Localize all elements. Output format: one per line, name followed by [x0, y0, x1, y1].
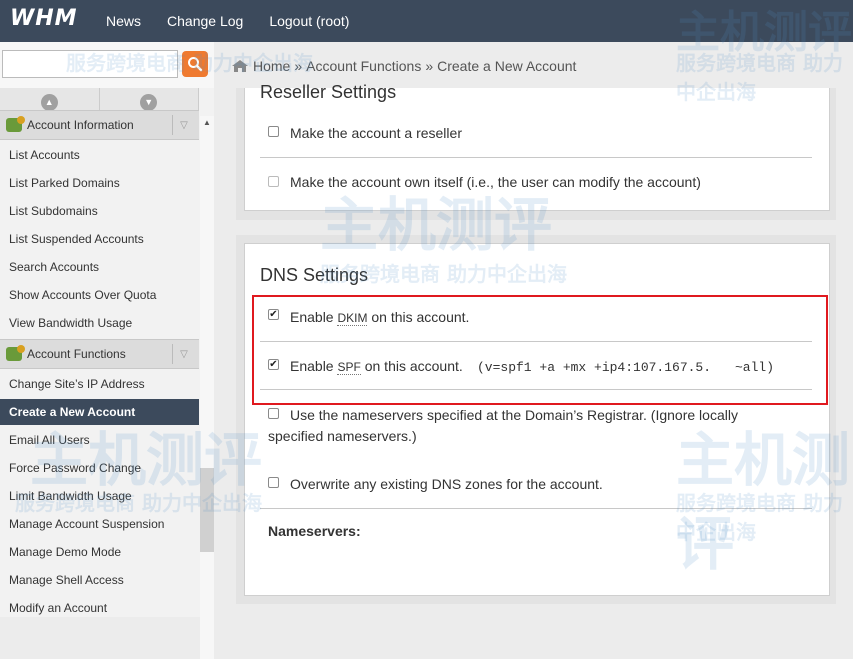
overwrite-label[interactable]: Overwrite any existing DNS zones for the…	[290, 476, 603, 492]
sidebar-item-suspension[interactable]: Manage Account Suspension	[9, 517, 164, 531]
breadcrumb: Home » Account Functions » Create a New …	[231, 58, 576, 74]
arrow-down-icon: ▼	[140, 93, 158, 111]
registrar-ns-label-cont[interactable]: specified nameservers.)	[268, 428, 417, 444]
sidebar-item-modify-account[interactable]: Modify an Account	[9, 601, 107, 615]
reseller-checkbox[interactable]	[268, 126, 279, 137]
sidebar-item-shell-access[interactable]: Manage Shell Access	[9, 573, 124, 587]
breadcrumb-separator: »	[425, 58, 434, 74]
chevron-down-icon[interactable]: ▽	[172, 344, 195, 364]
sidebar-item-create-account[interactable]: Create a New Account	[0, 399, 199, 425]
registrar-ns-label[interactable]: Use the nameservers specified at the Dom…	[290, 407, 738, 423]
sidebar-item-demo-mode[interactable]: Manage Demo Mode	[9, 545, 121, 559]
nav-news[interactable]: News	[106, 13, 141, 29]
sidebar-item-change-ip[interactable]: Change Site’s IP Address	[9, 377, 145, 391]
group-label: Account Information	[27, 118, 134, 132]
sidebar-item-list-accounts[interactable]: List Accounts	[9, 148, 80, 162]
breadcrumb-account-functions[interactable]: Account Functions	[306, 58, 421, 74]
own-itself-label[interactable]: Make the account own itself (i.e., the u…	[290, 174, 701, 190]
own-itself-checkbox[interactable]	[268, 176, 279, 187]
group-label: Account Functions	[27, 347, 126, 361]
nameservers-label: Nameservers:	[268, 523, 361, 539]
dns-title: DNS Settings	[260, 265, 369, 285]
breadcrumb-current: Create a New Account	[437, 58, 577, 74]
overwrite-checkbox[interactable]	[268, 477, 279, 488]
divider	[260, 508, 812, 509]
reseller-title: Reseller Settings	[260, 82, 397, 102]
search-input[interactable]	[2, 50, 178, 78]
registrar-ns-checkbox[interactable]	[268, 408, 279, 419]
sidebar-item-limit-bandwidth[interactable]: Limit Bandwidth Usage	[9, 489, 132, 503]
sidebar-search	[0, 42, 214, 88]
sidebar-item-over-quota[interactable]: Show Accounts Over Quota	[9, 288, 156, 302]
top-nav: News Change Log Logout (root)	[106, 0, 375, 42]
sidebar: ▲ ▼ Account Information ▽ List Accounts …	[0, 42, 214, 659]
whm-logo[interactable]: WHM	[10, 6, 78, 31]
nav-change-log[interactable]: Change Log	[167, 13, 243, 29]
sidebar-item-bandwidth-usage[interactable]: View Bandwidth Usage	[9, 316, 132, 330]
scroll-up-icon[interactable]: ▲	[203, 118, 211, 127]
sidebar-item-list-parked-domains[interactable]: List Parked Domains	[9, 176, 120, 190]
home-icon	[232, 60, 248, 72]
sidebar-scrollbar[interactable]	[200, 116, 214, 659]
sidebar-item-force-password[interactable]: Force Password Change	[9, 461, 141, 475]
divider	[260, 157, 812, 158]
group-account-information[interactable]: Account Information ▽	[0, 110, 199, 140]
breadcrumb-home[interactable]: Home	[253, 58, 290, 74]
nav-logout[interactable]: Logout (root)	[269, 13, 349, 29]
sidebar-item-list-suspended[interactable]: List Suspended Accounts	[9, 232, 144, 246]
sidebar-item-list-subdomains[interactable]: List Subdomains	[9, 204, 98, 218]
users-icon	[6, 345, 25, 361]
search-button[interactable]	[182, 51, 208, 77]
breadcrumb-separator: »	[294, 58, 303, 74]
scrollbar-thumb[interactable]	[200, 468, 214, 552]
sidebar-item-email-all[interactable]: Email All Users	[9, 433, 90, 447]
arrow-up-icon: ▲	[40, 93, 58, 111]
reseller-label[interactable]: Make the account a reseller	[290, 125, 462, 141]
group-account-functions[interactable]: Account Functions ▽	[0, 339, 199, 369]
highlight-box	[252, 295, 828, 405]
reseller-panel: Reseller Settings Make the account a res…	[244, 82, 830, 211]
top-bar: WHM News Change Log Logout (root)	[0, 0, 853, 42]
users-icon	[6, 116, 25, 132]
search-icon	[188, 57, 203, 72]
sidebar-item-search-accounts[interactable]: Search Accounts	[9, 260, 99, 274]
chevron-down-icon[interactable]: ▽	[172, 115, 195, 135]
